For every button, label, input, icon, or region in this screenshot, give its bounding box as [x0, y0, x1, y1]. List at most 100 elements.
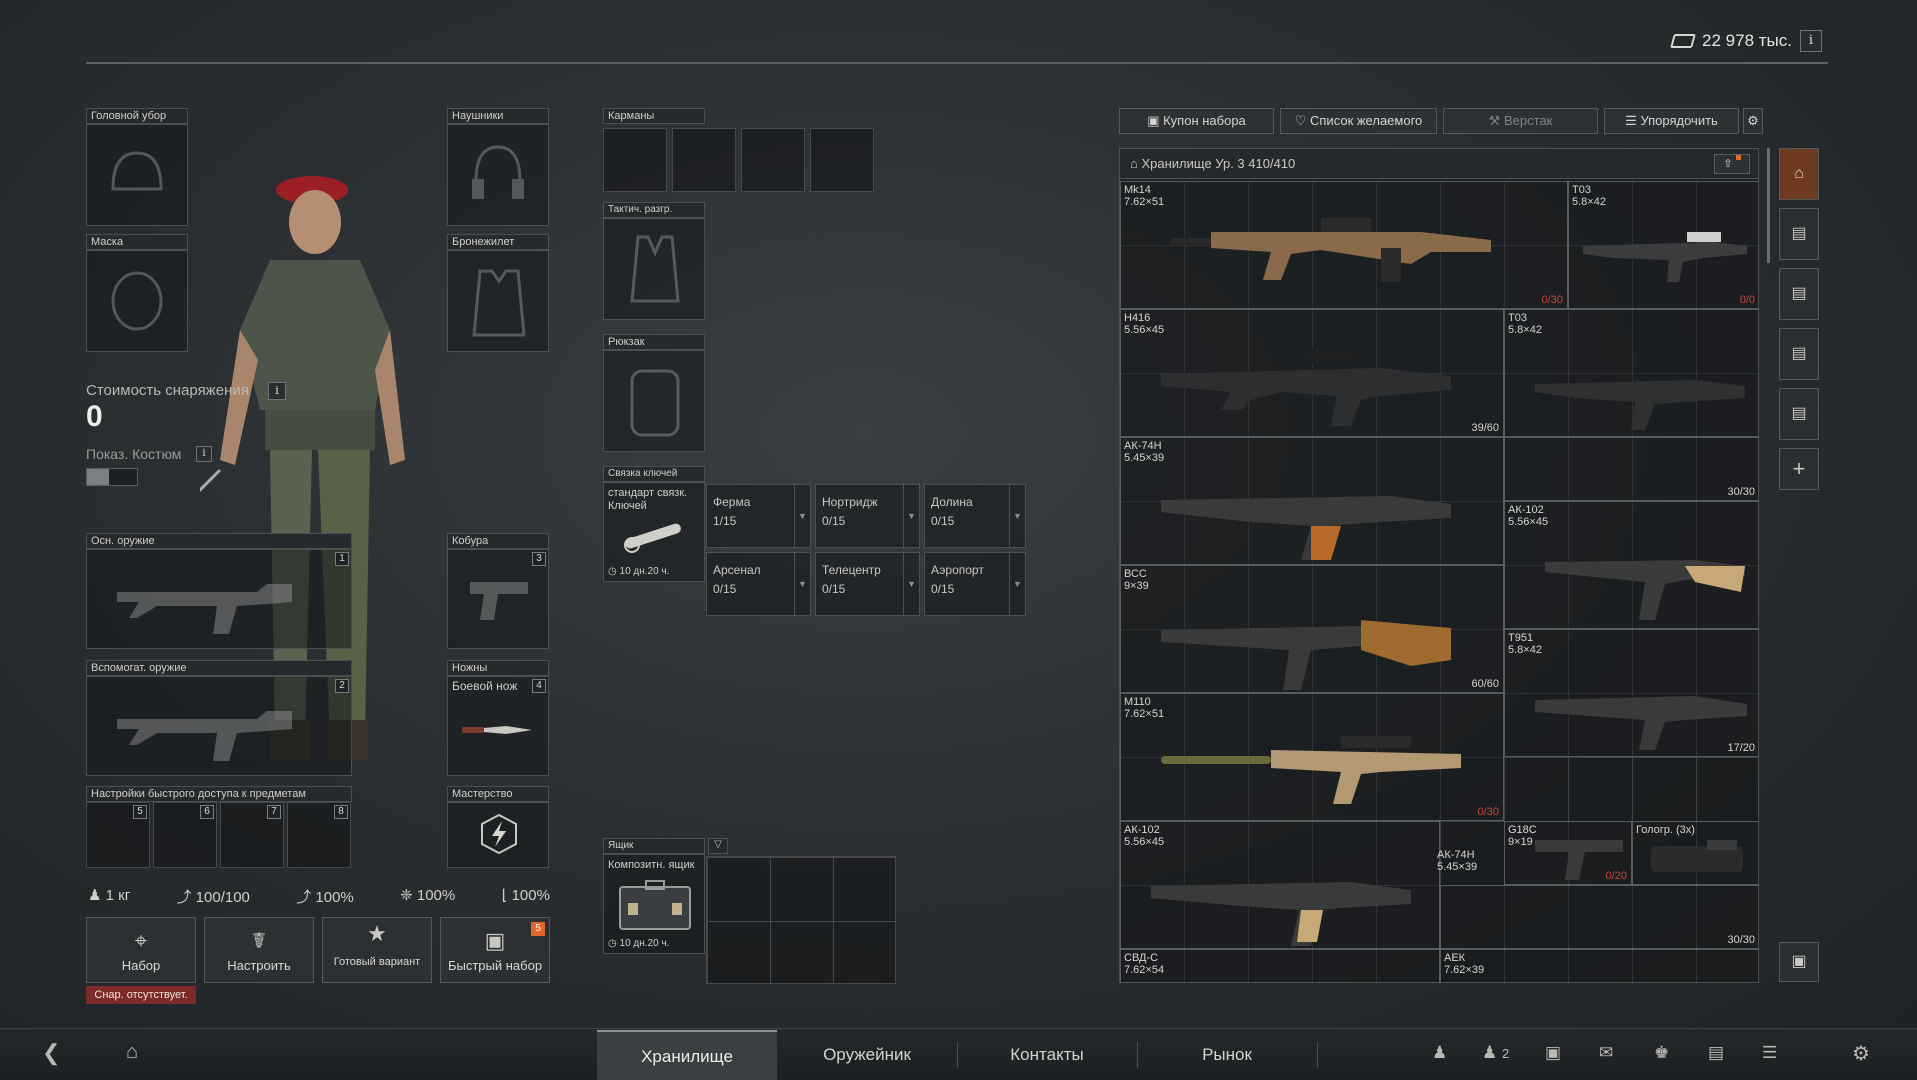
- friends-icon[interactable]: ♟ 2: [1482, 1043, 1509, 1063]
- home-icon[interactable]: ⌂: [126, 1041, 138, 1064]
- slot-headwear[interactable]: Головной убор: [86, 108, 188, 226]
- sort-button[interactable]: ☰ Упорядочить: [1604, 108, 1739, 134]
- sheath-item-name: Боевой нож: [452, 679, 518, 693]
- stash-item[interactable]: M110 7.62×51 0/30: [1120, 693, 1504, 821]
- item-name: T03 5.8×42: [1572, 184, 1606, 208]
- stash-item[interactable]: 30/30: [1440, 885, 1758, 949]
- stash-tab-home[interactable]: ⌂: [1779, 148, 1819, 200]
- customize-button[interactable]: ☤ Настроить: [204, 917, 314, 983]
- stash-item[interactable]: АК-74Н 5.45×39: [1120, 437, 1504, 565]
- slot-primary-weapon[interactable]: Осн. оружие 1: [86, 533, 352, 649]
- quick-slot-8[interactable]: 8: [287, 802, 351, 868]
- equipment-value-info[interactable]: i: [268, 382, 286, 400]
- mail-icon[interactable]: ✉: [1599, 1043, 1613, 1063]
- slot-earpiece[interactable]: Наушники: [447, 108, 549, 226]
- stash-item[interactable]: T03 5.8×42: [1504, 309, 1758, 437]
- stash-tab-box-4[interactable]: ▤: [1779, 388, 1819, 440]
- stash-item[interactable]: Гологр. (3x): [1632, 821, 1758, 885]
- stash-item[interactable]: T03 5.8×42 0/0: [1568, 181, 1758, 309]
- stash-tab-box-3[interactable]: ▤: [1779, 328, 1819, 380]
- slot-holster[interactable]: Кобура 3: [447, 533, 549, 649]
- workbench-button[interactable]: ⚒ Верстак: [1443, 108, 1598, 134]
- stash-upgrade-button[interactable]: ⇧: [1714, 154, 1750, 174]
- stash-item[interactable]: СВД-С 7.62×54: [1120, 949, 1440, 982]
- tab-contacts[interactable]: Контакты: [957, 1030, 1137, 1080]
- tab-market[interactable]: Рынок: [1137, 1030, 1317, 1080]
- key-slot-northridge[interactable]: Нортридж 0/15 ▼: [815, 484, 920, 548]
- stash-item[interactable]: 30/30: [1504, 437, 1758, 501]
- slot-secondary-weapon[interactable]: Вспомогат. оружие 2: [86, 660, 352, 776]
- stash-item[interactable]: АЕК 7.62×39: [1440, 949, 1758, 982]
- tab-gunsmith[interactable]: Оружейник: [777, 1030, 957, 1080]
- stash-scrollbar[interactable]: [1767, 148, 1770, 263]
- key-slot-telecenter[interactable]: Телецентр 0/15 ▼: [815, 552, 920, 616]
- mastery-slot[interactable]: Мастерство: [447, 786, 549, 868]
- slot-secondary-num: 2: [335, 679, 349, 693]
- gear-icon[interactable]: ⚙: [1852, 1041, 1870, 1066]
- add-stash-button[interactable]: +: [1779, 448, 1819, 490]
- weight-value: 1 кг: [105, 887, 131, 904]
- wrench-icon: ⚒: [1488, 113, 1501, 128]
- stash-settings-button[interactable]: ⚙: [1743, 108, 1763, 134]
- rifle-icon: [1535, 380, 1745, 430]
- costume-info[interactable]: i: [196, 446, 212, 462]
- quick-kit-badge: 5: [531, 922, 545, 936]
- quick-slot-7[interactable]: 7: [220, 802, 284, 868]
- slot-sheath[interactable]: Ножны 4 Боевой нож: [447, 660, 549, 776]
- rifle-icon: [1535, 696, 1747, 750]
- pocket-slot-4[interactable]: [810, 128, 874, 192]
- stash-bottom-button[interactable]: ▣: [1779, 942, 1819, 982]
- stash-item[interactable]: Mk14 7.62×51 0/30: [1120, 181, 1568, 309]
- quick-slot-5[interactable]: 5: [86, 802, 150, 868]
- upgrade-badge: [1735, 155, 1741, 160]
- item-name: T951 5.8×42: [1508, 632, 1542, 656]
- key-slot-arsenal[interactable]: Арсенал 0/15 ▼: [706, 552, 811, 616]
- pocket-slot-3[interactable]: [741, 128, 805, 192]
- back-icon[interactable]: ❮: [42, 1040, 60, 1066]
- box-timer: ◷ 10 дн.20 ч.: [608, 938, 670, 949]
- currency-info-button[interactable]: i: [1800, 30, 1822, 52]
- coupon-button[interactable]: ▣ Купон набора: [1119, 108, 1274, 134]
- key-slot-airport[interactable]: Аэропорт 0/15 ▼: [924, 552, 1026, 616]
- key-slot-farm[interactable]: Ферма 1/15 ▼: [706, 484, 811, 548]
- stash-item[interactable]: H416 5.56×45 39/60: [1120, 309, 1504, 437]
- team-icon[interactable]: ♟: [1432, 1043, 1447, 1063]
- stash-item[interactable]: ВСС 9×39 60/60: [1120, 565, 1504, 693]
- stash-tab-box-2[interactable]: ▤: [1779, 268, 1819, 320]
- slot-backpack-label: Рюкзак: [603, 334, 705, 350]
- costume-toggle[interactable]: [86, 468, 138, 486]
- trophy-icon[interactable]: ♚: [1654, 1043, 1669, 1063]
- pin-icon[interactable]: ▽: [708, 838, 728, 854]
- quick-slot-6[interactable]: 6: [153, 802, 217, 868]
- slot-mask[interactable]: Маска: [86, 234, 188, 352]
- notes-icon[interactable]: ▤: [1708, 1043, 1724, 1063]
- slot-armor[interactable]: Бронежилет: [447, 234, 549, 352]
- pocket-slot-1[interactable]: [603, 128, 667, 192]
- stash-item[interactable]: АК-102 5.56×45: [1504, 501, 1758, 629]
- slot-tactical-rig[interactable]: Тактич. разгр.: [603, 202, 705, 320]
- preset-button[interactable]: ★ Готовый вариант: [322, 917, 432, 983]
- tab-stash[interactable]: Хранилище: [597, 1030, 777, 1080]
- stash-item[interactable]: T951 5.8×42 17/20: [1504, 629, 1758, 757]
- keychain-slot[interactable]: Связка ключей стандарт связк. Ключей ◷ 1…: [603, 466, 705, 582]
- pocket-slot-2[interactable]: [672, 128, 736, 192]
- stash-item[interactable]: АК-102 5.56×45: [1120, 821, 1440, 949]
- stash-item[interactable]: G18C 9×19 0/20: [1504, 821, 1632, 885]
- key-slot-valley[interactable]: Долина 0/15 ▼: [924, 484, 1026, 548]
- mask-icon: [111, 271, 163, 331]
- card-icon: ▣: [484, 928, 506, 953]
- tasks-icon[interactable]: ☰: [1762, 1043, 1777, 1063]
- wishlist-button[interactable]: ♡ Список желаемого: [1280, 108, 1437, 134]
- sort-label: Упорядочить: [1640, 113, 1718, 128]
- box-slot[interactable]: Ящик Композитн. ящик ◷ 10 дн.20 ч.: [603, 838, 705, 954]
- box-contents-grid[interactable]: [706, 856, 896, 984]
- top-divider: [86, 62, 1828, 64]
- loadout-label: Набор: [121, 958, 161, 973]
- customize-label: Настроить: [227, 958, 291, 973]
- loadout-button[interactable]: ⌖ Набор: [86, 917, 196, 983]
- rifle-icon: [1171, 218, 1491, 282]
- slot-backpack[interactable]: Рюкзак: [603, 334, 705, 452]
- stash-tab-box-1[interactable]: ▤: [1779, 208, 1819, 260]
- chat-icon[interactable]: ▣: [1545, 1043, 1561, 1063]
- quick-kit-button[interactable]: ▣ Быстрый набор 5: [440, 917, 550, 983]
